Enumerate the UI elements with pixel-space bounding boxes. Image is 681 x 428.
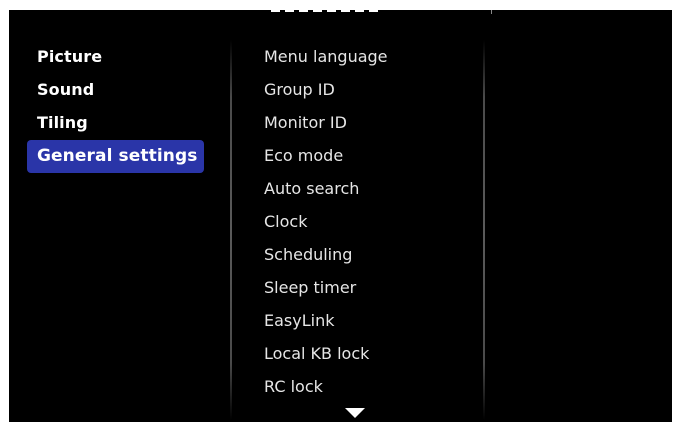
column-divider-right <box>483 40 485 420</box>
submenu-item-rc-lock[interactable]: RC lock <box>264 370 474 403</box>
menu-item-tiling[interactable]: Tiling <box>27 106 207 139</box>
top-marker <box>491 10 492 14</box>
settings-submenu: Menu language Group ID Monitor ID Eco mo… <box>264 40 474 403</box>
submenu-item-group-id[interactable]: Group ID <box>264 73 474 106</box>
menu-item-picture[interactable]: Picture <box>27 40 207 73</box>
menu-item-label: Picture <box>37 47 103 66</box>
submenu-item-scheduling[interactable]: Scheduling <box>264 238 474 271</box>
submenu-item-clock[interactable]: Clock <box>264 205 474 238</box>
menu-item-sound[interactable]: Sound <box>27 73 207 106</box>
submenu-item-eco-mode[interactable]: Eco mode <box>264 139 474 172</box>
menu-item-label: General settings <box>37 146 198 166</box>
column-divider-left <box>230 40 232 420</box>
menu-item-label: Tiling <box>37 113 88 132</box>
submenu-item-auto-search[interactable]: Auto search <box>264 172 474 205</box>
submenu-item-monitor-id[interactable]: Monitor ID <box>264 106 474 139</box>
osd-screen: Picture Sound Tiling General settings Me… <box>9 10 672 422</box>
submenu-item-easylink[interactable]: EasyLink <box>264 304 474 337</box>
submenu-item-sleep-timer[interactable]: Sleep timer <box>264 271 474 304</box>
submenu-item-local-kb-lock[interactable]: Local KB lock <box>264 337 474 370</box>
category-menu: Picture Sound Tiling General settings <box>27 40 207 173</box>
menu-item-label: Sound <box>37 80 95 99</box>
cropped-title-fragment <box>257 10 407 14</box>
menu-item-general-settings[interactable]: General settings <box>27 140 204 173</box>
triangle-down-icon[interactable] <box>345 408 365 418</box>
submenu-item-menu-language[interactable]: Menu language <box>264 40 474 73</box>
